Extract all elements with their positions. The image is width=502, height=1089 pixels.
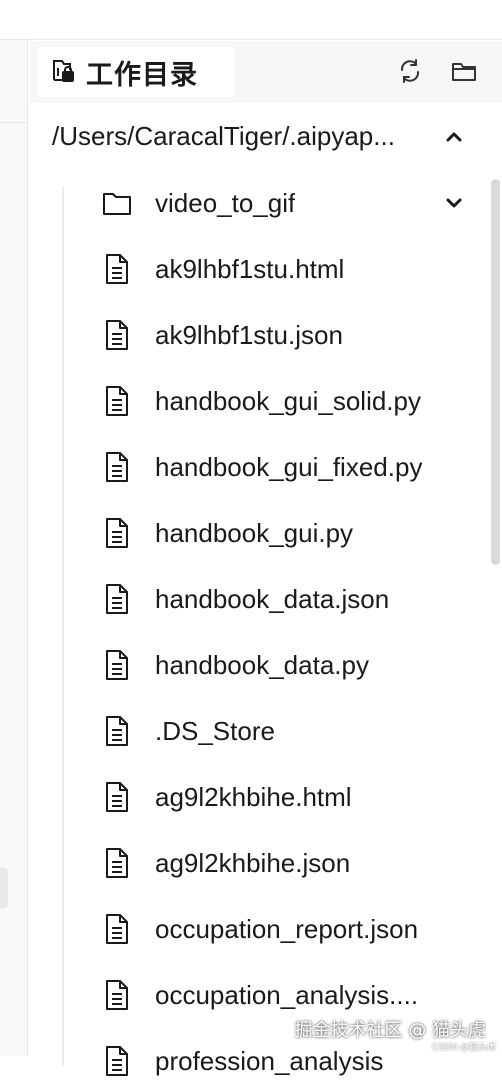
working-directory-panel: 工作目录 /Users/CaracalTiger/.aipyap... vide… (30, 41, 502, 1076)
file-icon (102, 715, 132, 747)
tree-item-label: ak9lhbf1stu.html (155, 253, 345, 284)
tree-item-label: profession_analysis (155, 1045, 384, 1076)
scrollbar-thumb[interactable] (491, 179, 500, 565)
file-icon (102, 649, 132, 681)
panel-title-group: 工作目录 (38, 47, 234, 97)
chevron-up-icon[interactable] (442, 125, 466, 149)
tree-file-row[interactable]: handbook_data.py (102, 637, 482, 693)
tree-file-row[interactable]: handbook_gui_solid.py (102, 373, 482, 429)
workspace-folder-icon (48, 56, 76, 89)
left-panel-topbar (0, 0, 28, 40)
tree-folder-row[interactable]: video_to_gif (102, 175, 482, 231)
tree-file-row[interactable]: occupation_analysis.... (102, 967, 482, 1023)
watermark-sub: CSDN @猫头虎 (431, 1042, 496, 1052)
refresh-button[interactable] (394, 57, 426, 89)
panel-title: 工作目录 (86, 59, 198, 91)
file-icon (102, 319, 132, 351)
file-icon (102, 385, 132, 417)
file-icon (102, 781, 132, 813)
chevron-down-icon[interactable] (442, 191, 466, 215)
tree-item-label: handbook_data.py (155, 649, 369, 680)
tree-file-row[interactable]: occupation_report.json (102, 901, 482, 957)
file-icon (102, 517, 132, 549)
tree-item-label: ak9lhbf1stu.json (155, 319, 343, 350)
tree-indent-guide (62, 187, 64, 1067)
tree-item-label: handbook_gui_solid.py (155, 385, 421, 416)
directory-path: /Users/CaracalTiger/.aipyap... (52, 121, 395, 151)
tree-item-label: ag9l2khbihe.html (155, 781, 352, 812)
file-icon (102, 451, 132, 483)
open-folder-button[interactable] (448, 57, 480, 89)
folder-icon (102, 187, 132, 219)
file-icon (102, 847, 132, 879)
tree-item-label: .DS_Store (155, 715, 275, 746)
file-icon (102, 1045, 132, 1077)
refresh-icon (396, 57, 424, 90)
directory-path-row[interactable]: /Users/CaracalTiger/.aipyap... (30, 107, 502, 169)
left-side-panel-edge (0, 0, 28, 1056)
file-icon (102, 253, 132, 285)
tree-item-label: handbook_data.json (155, 583, 390, 614)
panel-header: 工作目录 (30, 41, 502, 103)
tree-item-label: occupation_report.json (155, 913, 419, 944)
tree-item-label: occupation_analysis.... (155, 979, 419, 1010)
tree-file-row[interactable]: .DS_Store (102, 703, 482, 759)
resize-handle[interactable] (0, 868, 8, 908)
watermark: 掘金技术社区 @ 猫头虎 (294, 1020, 486, 1041)
tree-item-label: ag9l2khbihe.json (155, 847, 351, 878)
tree-item-label: handbook_gui.py (155, 517, 354, 548)
tree-file-row[interactable]: handbook_data.json (102, 571, 482, 627)
file-icon (102, 913, 132, 945)
top-toolbar (28, 0, 502, 40)
tree-file-row[interactable]: ag9l2khbihe.html (102, 769, 482, 825)
folder-icon (450, 57, 478, 90)
file-icon (102, 979, 132, 1011)
file-icon (102, 583, 132, 615)
tree-item-label: video_to_gif (155, 187, 296, 218)
tree-file-row[interactable]: ag9l2khbihe.json (102, 835, 482, 891)
tree-file-row[interactable]: handbook_gui_fixed.py (102, 439, 482, 495)
tree-file-row[interactable]: handbook_gui.py (102, 505, 482, 561)
tree-file-row[interactable]: ak9lhbf1stu.html (102, 241, 482, 297)
tree-item-label: handbook_gui_fixed.py (155, 451, 423, 482)
tree-file-row[interactable]: ak9lhbf1stu.json (102, 307, 482, 363)
left-panel-divider (0, 122, 28, 123)
